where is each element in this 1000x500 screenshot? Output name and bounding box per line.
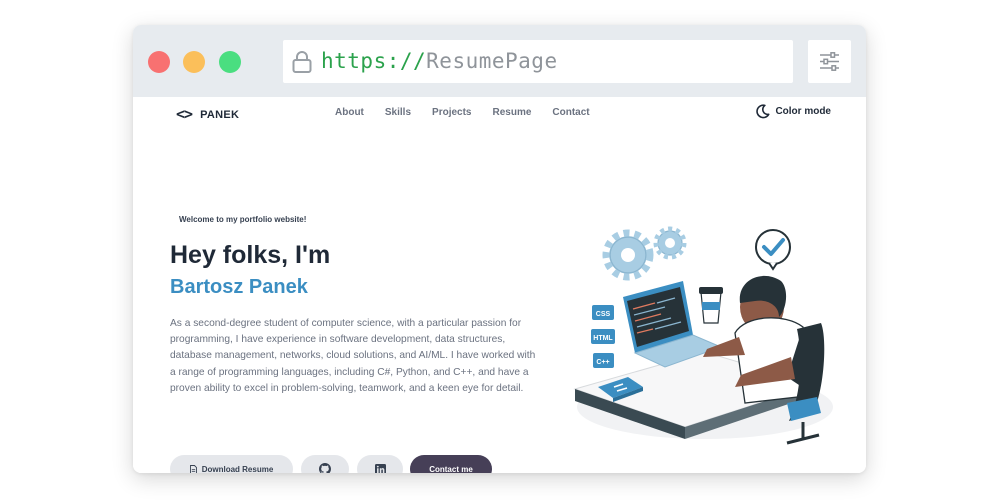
download-resume-label: Download Resume	[201, 464, 274, 474]
nav-projects[interactable]: Projects	[432, 107, 471, 118]
welcome-text: Welcome to my portfolio website!	[179, 215, 307, 224]
document-icon	[189, 464, 197, 473]
linkedin-button[interactable]	[357, 455, 403, 473]
github-button[interactable]	[301, 455, 349, 473]
logo-text: PANEK	[200, 109, 240, 121]
coffee-cup-icon	[699, 287, 723, 324]
contact-me-label: Contact me	[429, 464, 473, 474]
main-nav: About Skills Projects Resume Contact	[335, 107, 590, 118]
gear-large-icon	[602, 229, 654, 281]
developer-illustration: CSS HTML C++	[573, 226, 833, 445]
url-protocol: https://	[321, 49, 427, 73]
site-logo[interactable]: <> PANEK	[176, 105, 239, 123]
linkedin-icon	[374, 463, 386, 473]
minimize-window-button[interactable]	[183, 51, 205, 73]
gear-small-icon	[653, 226, 687, 260]
checkmark-bubble-icon	[755, 229, 791, 271]
download-resume-button[interactable]: Download Resume	[170, 455, 293, 473]
address-bar[interactable]: https://ResumePage	[283, 40, 793, 83]
hero-name: Bartosz Panek	[170, 276, 308, 298]
hero-heading: Hey folks, I'm	[170, 241, 331, 269]
url-host: ResumePage	[426, 49, 558, 73]
nav-about[interactable]: About	[335, 107, 364, 118]
browser-menu-button[interactable]	[808, 40, 851, 83]
tag-html: HTML	[593, 335, 613, 342]
github-icon	[319, 463, 331, 473]
maximize-window-button[interactable]	[219, 51, 241, 73]
url-text: https://ResumePage	[321, 49, 558, 73]
lock-icon	[292, 51, 312, 73]
code-brackets-icon: <>	[176, 105, 193, 123]
code-tags: CSS HTML C++	[591, 305, 615, 368]
nav-contact[interactable]: Contact	[552, 107, 589, 118]
color-mode-toggle[interactable]: Color mode	[755, 104, 831, 119]
tag-css: CSS	[596, 311, 611, 318]
hero-bio: As a second-degree student of computer s…	[170, 318, 536, 394]
contact-me-button[interactable]: Contact me	[410, 455, 492, 473]
tag-cpp: C++	[596, 359, 609, 366]
nav-resume[interactable]: Resume	[493, 107, 532, 118]
moon-icon	[756, 104, 770, 119]
nav-skills[interactable]: Skills	[385, 107, 411, 118]
browser-window: https://ResumePage <> PANEK About Skills	[133, 25, 866, 473]
close-window-button[interactable]	[148, 51, 170, 73]
sliders-icon	[820, 52, 839, 71]
color-mode-label: Color mode	[775, 106, 831, 117]
browser-toolbar: https://ResumePage	[133, 25, 866, 97]
